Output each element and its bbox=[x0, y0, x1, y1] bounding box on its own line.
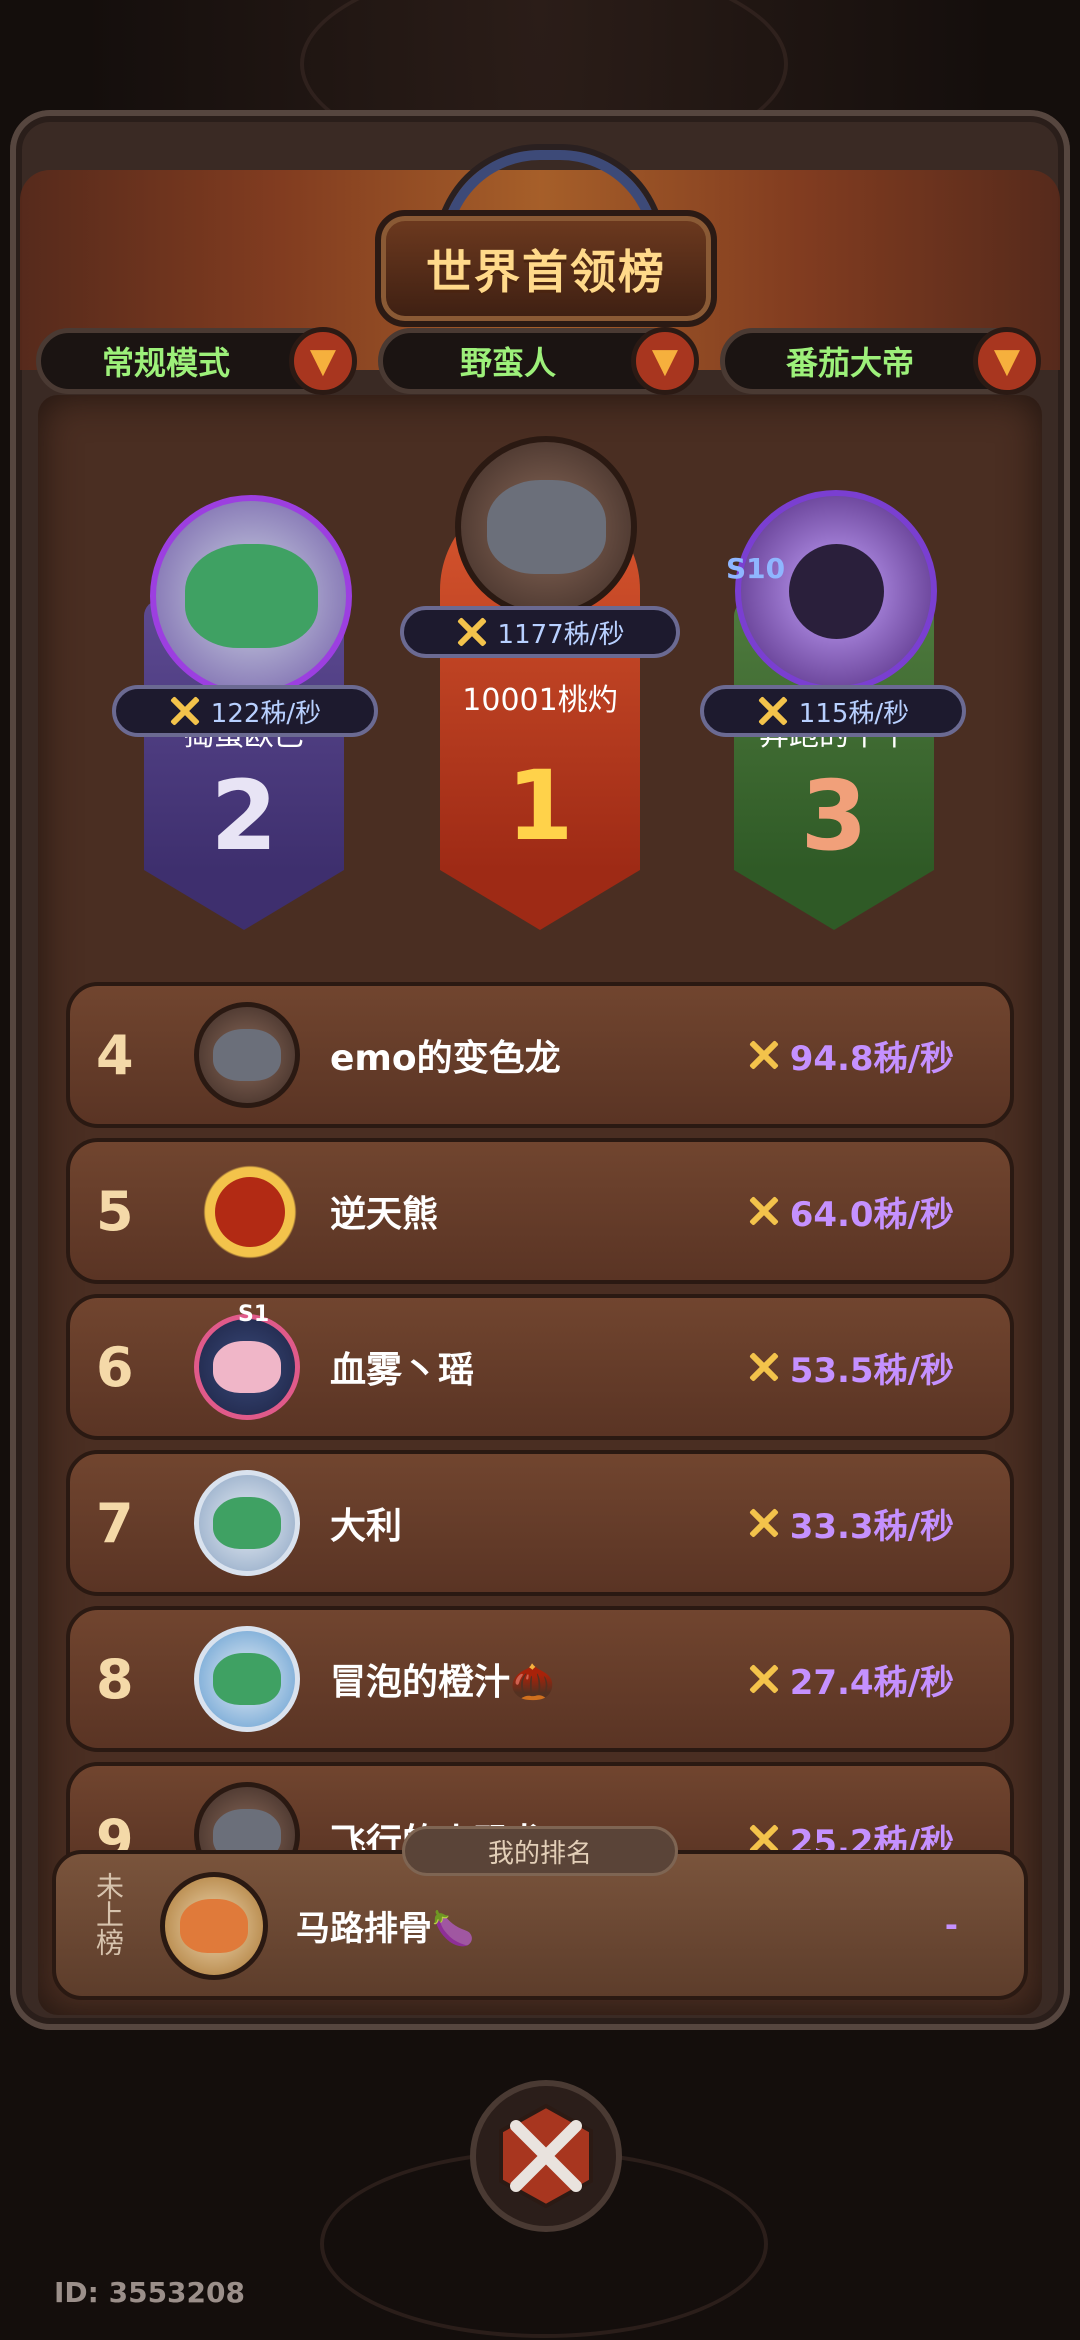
close-button[interactable] bbox=[470, 2080, 622, 2232]
frog-avatar-icon bbox=[184, 543, 318, 649]
swords-icon bbox=[757, 695, 789, 727]
podium-third-speed-pill: 115秭/秒 bbox=[700, 685, 966, 737]
podium-second-avatar[interactable] bbox=[150, 495, 352, 697]
avatar bbox=[180, 1142, 320, 1282]
sun-flame-icon bbox=[215, 1177, 285, 1247]
podium-second-rank: 2 bbox=[210, 760, 278, 872]
chevron-down-icon: ▼ bbox=[631, 327, 699, 395]
table-row[interactable]: 7 大利 33.3秭/秒 bbox=[66, 1450, 1014, 1596]
podium-second-speed: 122秭/秒 bbox=[210, 698, 322, 729]
podium-third-avatar[interactable] bbox=[735, 490, 937, 692]
astronaut-frog-icon bbox=[213, 1496, 281, 1550]
row-speed: 27.4秭/秒 bbox=[748, 1610, 954, 1748]
podium-third-speed: 115秭/秒 bbox=[798, 698, 910, 729]
avatar bbox=[194, 1002, 300, 1108]
class-dropdown-label: 野蛮人 bbox=[459, 344, 556, 382]
close-icon bbox=[499, 2103, 593, 2209]
table-row[interactable]: 5 逆天熊 64.0秭/秒 bbox=[66, 1138, 1014, 1284]
my-rank-tab: 我的排名 bbox=[402, 1826, 678, 1876]
row-name: emo的变色龙 bbox=[330, 1038, 561, 1079]
row-rank: 6 bbox=[96, 1335, 134, 1399]
row-speed: 64.0秭/秒 bbox=[748, 1142, 954, 1280]
season-badge: S10 bbox=[726, 552, 786, 585]
mode-dropdown-label: 常规模式 bbox=[101, 344, 230, 382]
row-speed: 33.3秭/秒 bbox=[748, 1454, 954, 1592]
row-rank: 4 bbox=[96, 1023, 134, 1087]
boss-dropdown[interactable]: 番茄大帝 ▼ bbox=[720, 327, 1041, 395]
my-rank-status: 未上榜 bbox=[92, 1872, 125, 1956]
avatar bbox=[194, 1626, 300, 1732]
title-plate: 世界首领榜 bbox=[375, 210, 717, 327]
podium-third-rank: 3 bbox=[800, 760, 868, 872]
barbarian-avatar-icon bbox=[213, 1028, 281, 1082]
swords-icon bbox=[748, 1663, 780, 1695]
podium-first-rank: 1 bbox=[506, 750, 574, 862]
swords-icon bbox=[456, 616, 488, 648]
page-title: 世界首领榜 bbox=[426, 244, 666, 299]
swords-icon bbox=[748, 1195, 780, 1227]
row-rank: 5 bbox=[96, 1179, 134, 1243]
barbarian-avatar-icon bbox=[486, 480, 606, 574]
podium-first-avatar[interactable] bbox=[455, 436, 637, 618]
row-rank: 7 bbox=[96, 1491, 134, 1555]
table-row[interactable]: 6 S1 血雾丶瑶 53.5秭/秒 bbox=[66, 1294, 1014, 1440]
row-name: 逆天熊 bbox=[330, 1194, 439, 1235]
swords-icon bbox=[748, 1507, 780, 1539]
avatar bbox=[194, 1314, 300, 1420]
astronaut-frog-icon bbox=[213, 1652, 281, 1706]
avatar bbox=[160, 1872, 268, 1980]
boss-dropdown-label: 番茄大帝 bbox=[785, 344, 914, 382]
podium-first-name: 10001桃灼 bbox=[462, 683, 618, 718]
fox-avatar-icon bbox=[179, 1899, 249, 1953]
row-rank: 8 bbox=[96, 1647, 134, 1711]
row-speed: 53.5秭/秒 bbox=[748, 1298, 954, 1436]
avatar bbox=[194, 1470, 300, 1576]
cow-avatar-icon bbox=[213, 1340, 281, 1394]
row-name: 冒泡的橙汁🌰 bbox=[330, 1662, 555, 1703]
eye-portal-icon bbox=[788, 543, 884, 639]
swords-icon bbox=[748, 1039, 780, 1071]
podium-second-speed-pill: 122秭/秒 bbox=[112, 685, 378, 737]
row-speed: 94.8秭/秒 bbox=[748, 986, 954, 1124]
my-rank-value: - bbox=[944, 1906, 958, 1944]
row-name: 大利 bbox=[330, 1506, 403, 1547]
chevron-down-icon: ▼ bbox=[289, 327, 357, 395]
season-badge: S1 bbox=[238, 1302, 270, 1327]
table-row[interactable]: 4 emo的变色龙 94.8秭/秒 bbox=[66, 982, 1014, 1128]
podium-first-speed: 1177秭/秒 bbox=[497, 619, 625, 650]
mode-dropdown[interactable]: 常规模式 ▼ bbox=[36, 327, 357, 395]
swords-icon bbox=[748, 1351, 780, 1383]
chevron-down-icon: ▼ bbox=[973, 327, 1041, 395]
podium-first-speed-pill: 1177秭/秒 bbox=[400, 606, 680, 658]
player-id: ID: 3553208 bbox=[54, 2276, 245, 2309]
table-row[interactable]: 8 冒泡的橙汁🌰 27.4秭/秒 bbox=[66, 1606, 1014, 1752]
swords-icon bbox=[169, 695, 201, 727]
row-name: 血雾丶瑶 bbox=[330, 1350, 475, 1391]
class-dropdown[interactable]: 野蛮人 ▼ bbox=[378, 327, 699, 395]
